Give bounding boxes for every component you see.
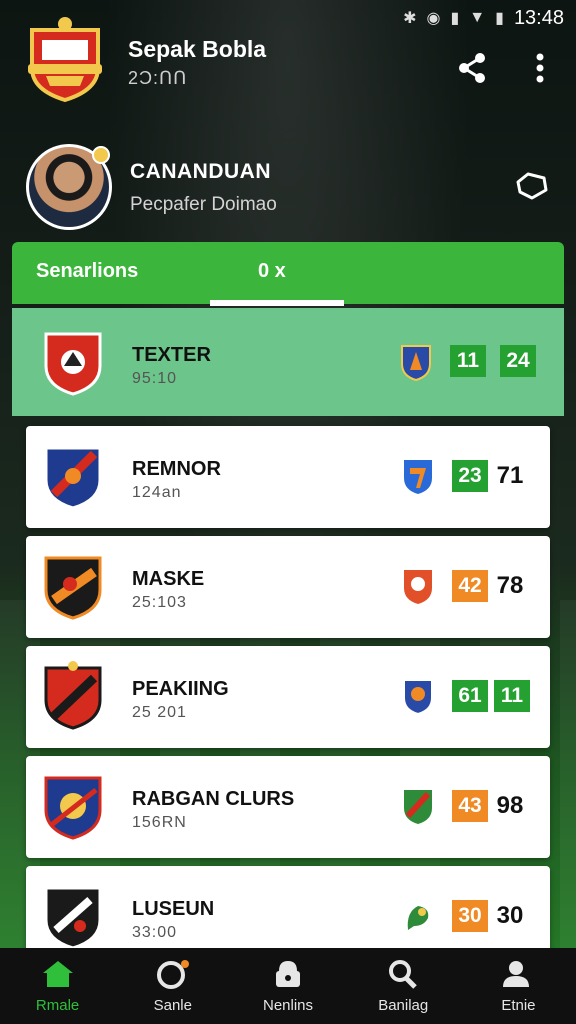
opponent-crest-icon xyxy=(407,906,429,930)
app-subtitle: 2Ͻ:ՈՈ xyxy=(128,68,188,88)
nav-sanle[interactable]: Sanle xyxy=(115,948,230,1024)
app-title: Sepak Bobla xyxy=(128,36,267,62)
bottom-nav: Rmale Sanle Nenlins Banilag Etnie xyxy=(0,948,576,1024)
score-badge: 11 xyxy=(450,345,486,377)
nav-label: Banilag xyxy=(378,996,429,1014)
team-name: MASKE xyxy=(132,568,205,590)
score-badge: 23 xyxy=(452,460,488,492)
team-crest-icon xyxy=(44,776,102,840)
team-row-0[interactable]: TEXTER 95:10 11 24 xyxy=(12,308,564,416)
share-button[interactable] xyxy=(452,48,492,88)
profile-name: CANANDUAN xyxy=(130,160,271,183)
tab-senarlions[interactable]: Senarlions xyxy=(36,260,138,283)
profile-icon xyxy=(503,960,530,987)
team-meta: 156RN xyxy=(132,814,187,831)
score-value: 71 xyxy=(496,462,524,489)
team-name: REMNOR xyxy=(132,458,221,480)
more-button[interactable] xyxy=(520,48,560,88)
team-name: TEXTER xyxy=(132,344,211,366)
tab-indicator xyxy=(210,300,344,306)
tab-close-button[interactable]: 0 x xyxy=(258,260,286,283)
opponent-crest-icon xyxy=(404,790,432,824)
nav-label: Sanle xyxy=(153,996,192,1014)
home-icon xyxy=(42,960,73,987)
nav-banilag[interactable]: Banilag xyxy=(346,948,461,1024)
team-crest-icon xyxy=(44,332,102,396)
nav-label: Nenlins xyxy=(262,996,314,1014)
score-value: 11 xyxy=(494,680,530,712)
score-badge: 42 xyxy=(452,570,488,602)
notification-dot xyxy=(92,146,110,164)
opponent-crest-icon xyxy=(404,570,432,604)
nav-home[interactable]: Rmale xyxy=(0,948,115,1024)
shield-outline-icon[interactable] xyxy=(514,168,550,204)
ball-icon xyxy=(156,959,189,989)
team-name: RABGAN CLURS xyxy=(132,788,295,810)
team-row-4[interactable]: RABGAN CLURS 156RN 43 98 xyxy=(26,756,550,858)
team-name: PEAKIING xyxy=(132,678,229,700)
team-meta: 25:103 xyxy=(132,594,187,611)
nav-label: Etnie xyxy=(501,996,536,1014)
share-icon xyxy=(459,53,485,83)
opponent-crest-icon xyxy=(403,679,433,716)
team-meta: 124an xyxy=(132,484,182,501)
score-badge: 61 xyxy=(452,680,488,712)
opponent-crest-icon xyxy=(401,345,431,382)
score-value: 24 xyxy=(500,345,536,377)
profile-subtitle: Pecpafer Doimao xyxy=(130,194,277,215)
team-name: LUSEUN xyxy=(132,898,215,920)
team-row-2[interactable]: MASKE 25:103 42 78 xyxy=(26,536,550,638)
team-row-1[interactable]: REMNOR 124an 23 71 xyxy=(26,426,550,528)
team-crest-icon xyxy=(44,446,102,510)
tab-bar: Senarlions 0 x xyxy=(12,242,564,306)
team-meta: 25 201 xyxy=(132,704,187,721)
nav-etnie[interactable]: Etnie xyxy=(461,948,576,1024)
team-row-3[interactable]: PEAKIING 25 201 61 11 xyxy=(26,646,550,748)
search-icon xyxy=(389,959,417,989)
team-crest-icon xyxy=(44,661,102,730)
score-value: 98 xyxy=(496,792,524,819)
score-value: 78 xyxy=(496,572,524,599)
score-badge: 43 xyxy=(452,790,488,822)
opponent-crest-icon xyxy=(404,460,432,494)
profile-section: CANANDUAN Pecpafer Doimao xyxy=(0,138,576,238)
nav-label: Rmale xyxy=(35,996,80,1014)
nav-nenlins[interactable]: Nenlins xyxy=(230,948,345,1024)
team-crest-icon xyxy=(44,556,102,620)
team-meta: 95:10 xyxy=(132,370,178,387)
score-value: 30 xyxy=(496,902,524,929)
lock-icon xyxy=(276,960,300,987)
team-meta: 33:00 xyxy=(132,924,178,941)
club-logo-icon xyxy=(28,17,102,102)
more-vert-icon xyxy=(536,53,544,83)
team-crest-icon xyxy=(44,886,102,950)
score-badge: 30 xyxy=(452,900,488,932)
app-header: Sepak Bobla 2Ͻ:ՈՈ xyxy=(0,12,576,112)
